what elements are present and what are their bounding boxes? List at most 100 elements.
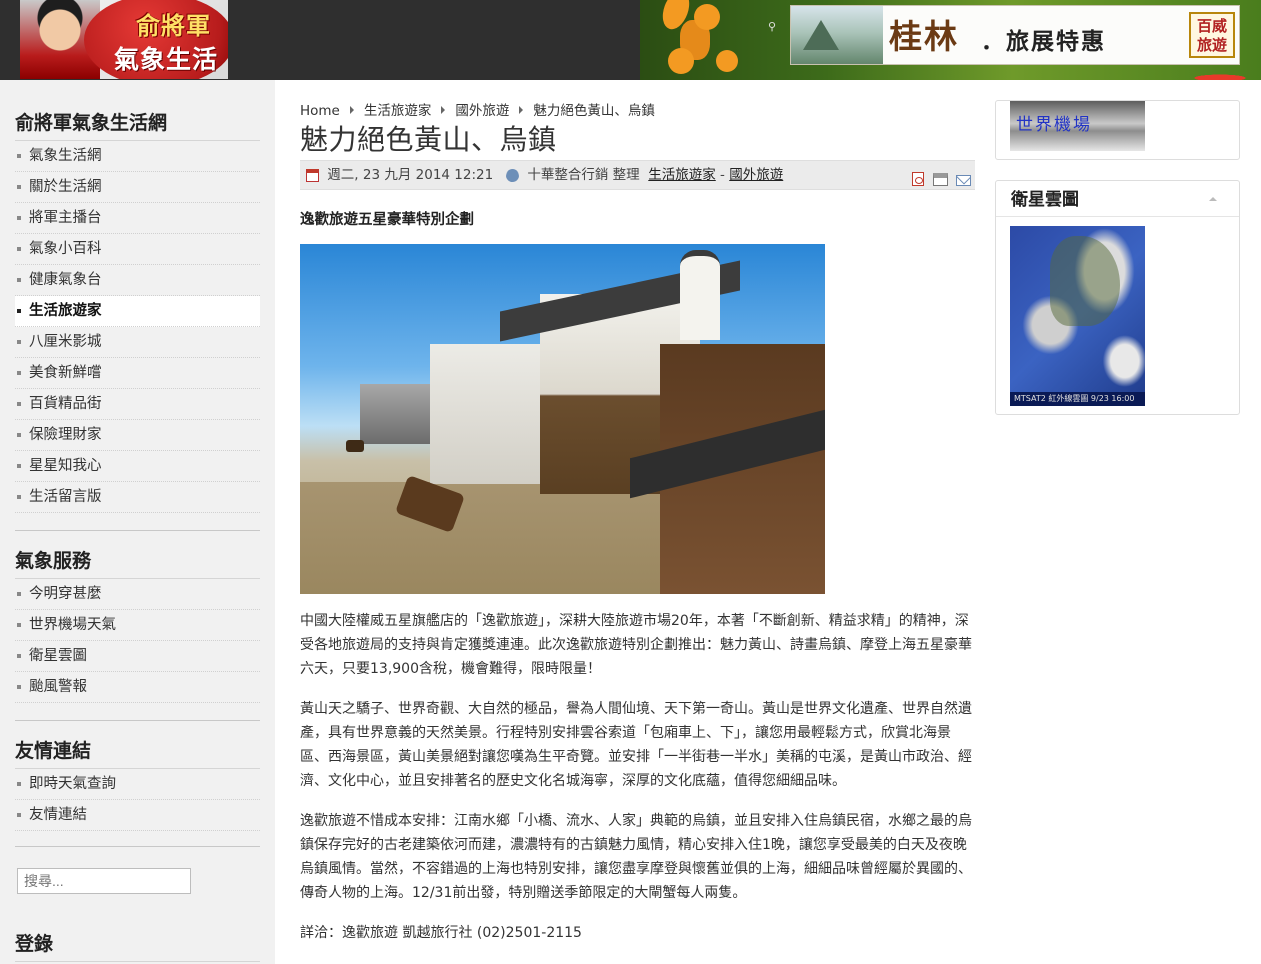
bullet-icon <box>17 623 21 627</box>
main-menu-item-label: 關於生活網 <box>29 179 102 195</box>
wuzhen-canal-photo <box>300 244 825 594</box>
bullet-icon <box>17 371 21 375</box>
logo-line1: 俞將軍 <box>136 12 211 40</box>
guilin-travel-ad-banner[interactable]: 桂林 ．旅展特惠 百威 旅遊 <box>790 5 1240 65</box>
breadcrumb: Home 生活旅遊家 國外旅遊 魅力絕色黃山、烏鎮 <box>300 98 975 124</box>
weather-service-item-label: 衛星雲圖 <box>29 648 87 664</box>
logo-line2: 氣象生活網 <box>114 45 219 74</box>
login-module: 登錄 <box>15 926 260 962</box>
bullet-icon <box>17 654 21 658</box>
boat <box>346 440 364 452</box>
weather-service-title: 氣象服務 <box>15 543 260 579</box>
main-menu-item[interactable]: 生活旅遊家 <box>15 296 260 327</box>
contact-info: 詳洽：逸歡旅遊 凱越旅行社 (02)2501-2115 <box>300 925 582 941</box>
main-menu-item[interactable]: 生活留言版 <box>15 482 260 513</box>
airport-weather-banner[interactable]: 世界機場 <box>1010 101 1145 151</box>
article-paragraph: 黃山天之驕子、世界奇觀、大自然的極品，譽為人間仙境、天下第一奇山。黃山是世界文化… <box>300 701 972 789</box>
mountain-image <box>791 6 883 64</box>
login-title: 登錄 <box>15 926 260 962</box>
weather-service-item-label: 今明穿甚麼 <box>29 586 102 602</box>
bullet-icon <box>17 592 21 596</box>
frog-toe <box>716 50 738 72</box>
site-header: 俞將軍 氣象生活網 ⚲ 桂林 ．旅展特惠 百威 旅遊 <box>0 0 1261 80</box>
divider <box>15 530 260 531</box>
collapse-icon[interactable] <box>1209 197 1217 201</box>
main-menu-item[interactable]: 關於生活網 <box>15 172 260 203</box>
weather-service-item[interactable]: 今明穿甚麼 <box>15 579 260 610</box>
weather-service-item-label: 颱風警報 <box>29 679 87 695</box>
bullet-icon <box>17 495 21 499</box>
article-subtitle: 逸歡旅遊五星豪華特別企劃 <box>300 212 474 228</box>
pdf-icon[interactable] <box>912 172 925 186</box>
search-input[interactable] <box>17 868 191 894</box>
satellite-cloud-image[interactable]: MTSAT2 紅外線雲圖 9/23 16:00 <box>1010 226 1145 406</box>
main-menu-item[interactable]: 美食新鮮嚐 <box>15 358 260 389</box>
divider <box>15 720 260 721</box>
article: Home 生活旅遊家 國外旅遊 魅力絕色黃山、烏鎮 魅力絕色黃山、烏鎮 週二, 23 … <box>300 98 975 945</box>
main-menu-module: 俞將軍氣象生活網 氣象生活網 關於生活網 將軍主播台 氣象小百科 健康氣象台 生活旅遊家八… <box>15 105 260 513</box>
main-menu-item[interactable]: 星星知我心 <box>15 451 260 482</box>
email-icon[interactable] <box>956 175 971 186</box>
weather-service-list: 今明穿甚麼世界機場天氣衛星雲圖颱風警報 <box>15 579 260 703</box>
weather-service-item[interactable]: 衛星雲圖 <box>15 641 260 672</box>
main-menu-list: 氣象生活網關於生活網將軍主播台 氣象小百科健康氣象台生活旅遊家八厘米影城美食新鮮嚐… <box>15 141 260 513</box>
category-link[interactable]: 國外旅遊 <box>729 167 783 183</box>
satellite-title-text: 衛星雲圖 <box>1011 190 1079 210</box>
breadcrumb-arrow-icon <box>441 106 446 114</box>
weather-service-item[interactable]: 颱風警報 <box>15 672 260 703</box>
bullet-icon <box>17 309 21 313</box>
satellite-caption: MTSAT2 紅外線雲圖 9/23 16:00 <box>1010 392 1145 406</box>
main-menu-item[interactable]: 氣象小百科 <box>15 234 260 265</box>
main-menu-item-label: 美食新鮮嚐 <box>29 365 102 381</box>
bullet-icon <box>17 685 21 689</box>
main-menu-item-label: 生活留言版 <box>29 489 102 505</box>
banner-badge: 百威 旅遊 <box>1189 12 1235 58</box>
breadcrumb-travel[interactable]: 生活旅遊家 <box>364 103 432 119</box>
bullet-icon <box>17 185 21 189</box>
breadcrumb-overseas[interactable]: 國外旅遊 <box>455 103 509 119</box>
search-icon[interactable]: ⚲ <box>768 20 782 34</box>
article-paragraph: 中國大陸權威五星旗艦店的「逸歡旅遊」，深耕大陸旅遊市場20年，本著「不斷創新、精… <box>300 613 972 677</box>
breadcrumb-current: 魅力絕色黃山、烏鎮 <box>533 103 655 119</box>
satellite-title: 衛星雲圖 <box>996 181 1239 217</box>
print-icon[interactable] <box>932 173 948 186</box>
links-item[interactable]: 友情連結 <box>15 800 260 831</box>
bullet-icon <box>17 154 21 158</box>
article-author: 十華整合行銷 整理 <box>527 167 640 183</box>
breadcrumb-home[interactable]: Home <box>300 103 340 119</box>
category-parent-link[interactable]: 生活旅遊家 <box>648 167 716 183</box>
main-menu-item[interactable]: 百貨精品街 <box>15 389 260 420</box>
site-logo[interactable]: 俞將軍 氣象生活網 <box>20 0 228 79</box>
page-title: 魅力絕色黃山、烏鎮 <box>300 123 557 156</box>
main-menu-item[interactable]: 八厘米影城 <box>15 327 260 358</box>
links-item[interactable]: 即時天氣查詢 <box>15 769 260 800</box>
main-menu-item-label: 八厘米影城 <box>29 334 102 350</box>
links-title: 友情連結 <box>15 733 260 769</box>
article-tools <box>908 168 971 196</box>
user-icon <box>506 168 520 182</box>
banner-title: 桂林 <box>889 17 959 56</box>
links-item-label: 即時天氣查詢 <box>29 776 116 792</box>
weather-service-item[interactable]: 世界機場天氣 <box>15 610 260 641</box>
links-module: 友情連結 即時天氣查詢 友情連結 <box>15 733 260 831</box>
distant-buildings <box>360 384 440 444</box>
main-menu-item[interactable]: 保險理財家 <box>15 420 260 451</box>
main-menu-item[interactable]: 氣象生活網 <box>15 141 260 172</box>
main-menu-item[interactable]: 健康氣象台 <box>15 265 260 296</box>
bullet-icon <box>17 782 21 786</box>
bullet-icon <box>17 402 21 406</box>
main-menu-item-label: 氣象生活網 <box>29 148 102 164</box>
bullet-icon <box>17 216 21 220</box>
airport-weather-module: 世界機場 <box>995 100 1240 160</box>
banner-badge-line1: 百威 <box>1196 17 1227 35</box>
main-menu-item-label: 百貨精品街 <box>29 396 102 412</box>
banner-badge-line2: 旅遊 <box>1196 36 1227 54</box>
main-menu-item-label: 健康氣象台 <box>29 272 102 288</box>
main-menu-item-label: 星星知我心 <box>29 458 102 474</box>
frog-toe <box>668 48 694 74</box>
main-menu-item[interactable]: 將軍主播台 <box>15 203 260 234</box>
landmass <box>1050 236 1120 326</box>
gable-wall <box>680 250 720 340</box>
article-paragraph: 逸歡旅遊不惜成本安排：江南水鄉「小橋、流水、人家」典範的烏鎮，並且安排入住烏鎮民… <box>300 813 972 901</box>
article-date: 週二, 23 九月 2014 12:21 <box>327 167 494 183</box>
